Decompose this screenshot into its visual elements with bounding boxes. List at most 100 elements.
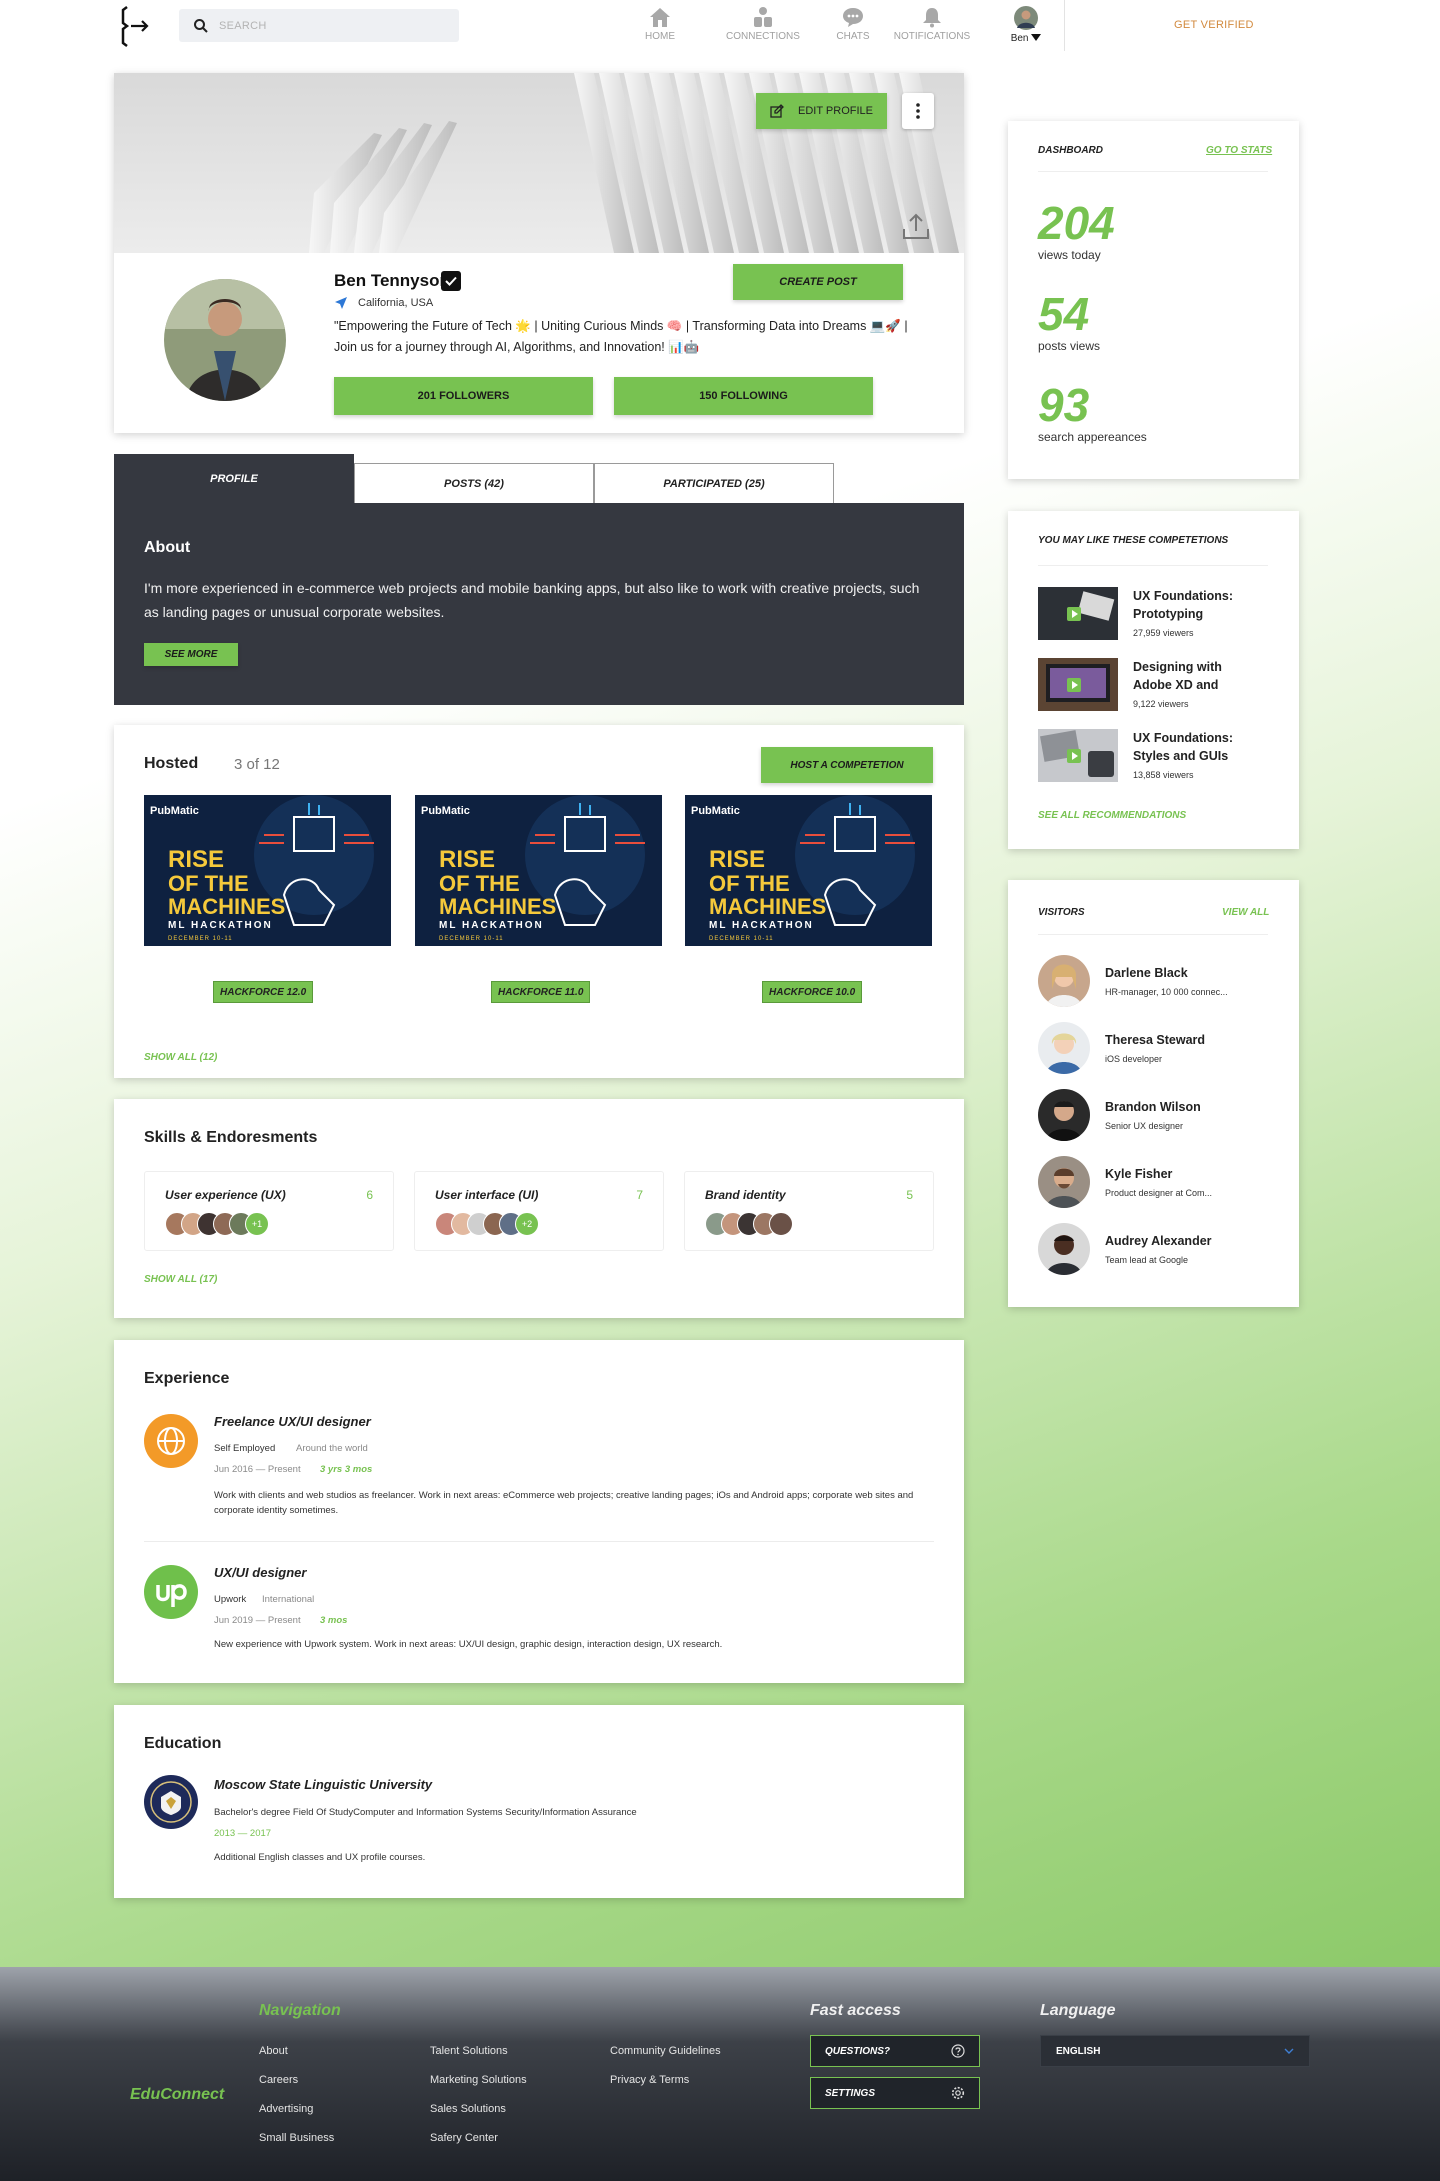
nav-notifications-label: NOTIFICATIONS xyxy=(893,31,971,42)
nav-chats[interactable]: CHATS xyxy=(834,6,872,42)
hosted-card-label[interactable]: HACKFORCE 11.0 xyxy=(491,981,591,1003)
get-verified-link[interactable]: GET VERIFIED xyxy=(1174,19,1254,31)
tab-profile[interactable]: PROFILE xyxy=(114,454,354,503)
verified-badge-icon xyxy=(441,271,461,291)
experience-dates: Jun 2016 — Present xyxy=(214,1464,301,1475)
search-input[interactable]: SEARCH xyxy=(179,9,459,42)
footer-link[interactable]: Privacy & Terms xyxy=(610,2074,689,2086)
edit-profile-button[interactable]: EDIT PROFILE xyxy=(756,93,887,129)
host-competition-button[interactable]: HOST A COMPETETION xyxy=(761,747,933,783)
competition-thumbnail[interactable] xyxy=(1038,658,1118,711)
footer-link[interactable]: Talent Solutions xyxy=(430,2045,508,2057)
user-menu[interactable]: Ben xyxy=(1006,6,1046,44)
create-post-button[interactable]: CREATE POST xyxy=(733,264,903,300)
hackathon-poster: PubMatic RISE OF THE MACHINES ML HACKATH… xyxy=(415,795,662,946)
visitor-avatar[interactable] xyxy=(1038,1223,1090,1275)
divider xyxy=(1038,171,1268,172)
visitor-name[interactable]: Kyle Fisher xyxy=(1105,1167,1172,1181)
skill-card[interactable]: User experience (UX) 6 +1 xyxy=(144,1171,394,1251)
divider xyxy=(1038,934,1268,935)
visitor-role: Senior UX designer xyxy=(1105,1121,1184,1131)
hosted-card-image[interactable]: PubMatic RISE OF THE MACHINES ML HACKATH… xyxy=(144,795,391,946)
poster-brand: PubMatic xyxy=(691,805,740,817)
poster-line2: OF THE xyxy=(709,871,790,896)
nav-notifications[interactable]: NOTIFICATIONS xyxy=(893,6,971,42)
footer-brand[interactable]: EduConnect xyxy=(130,2086,224,2104)
footer-link[interactable]: About xyxy=(259,2045,288,2057)
visitor-avatar[interactable] xyxy=(1038,1089,1090,1141)
competition-title[interactable]: Designing with Adobe XD and pro xyxy=(1133,658,1241,694)
nav-home[interactable]: HOME xyxy=(640,6,680,42)
hosted-card-image[interactable]: PubMatic RISE OF THE MACHINES ML HACKATH… xyxy=(415,795,662,946)
hosted-card-label[interactable]: HACKFORCE 12.0 xyxy=(213,981,314,1003)
skill-name: User experience (UX) xyxy=(165,1188,286,1202)
profile-avatar[interactable] xyxy=(164,279,286,401)
poster-line2: OF THE xyxy=(439,871,520,896)
university-seal-icon xyxy=(144,1775,198,1829)
nav-connections[interactable]: CONNECTIONS xyxy=(722,6,804,42)
profile-name: Ben Tennyson xyxy=(334,271,450,290)
visitor-role: Product designer at Com... xyxy=(1105,1188,1213,1198)
view-all-visitors-link[interactable]: VIEW ALL xyxy=(1222,907,1269,918)
competition-title[interactable]: UX Foundations: Prototyping xyxy=(1133,587,1241,623)
skill-card[interactable]: Brand identity 5 xyxy=(684,1171,934,1251)
competition-views: 9,122 viewers xyxy=(1133,699,1189,709)
skill-card[interactable]: User interface (UI) 7 +2 xyxy=(414,1171,664,1251)
endorser-avatar xyxy=(769,1212,793,1236)
about-section: About I'm more experienced in e-commerce… xyxy=(114,503,964,705)
hackathon-poster: PubMatic RISE OF THE MACHINES ML HACKATH… xyxy=(144,795,391,946)
endorser-avatars: +1 xyxy=(165,1212,269,1236)
tab-posts-label: POSTS (42) xyxy=(444,477,504,490)
footer-link[interactable]: Community Guidelines xyxy=(610,2045,721,2057)
edit-profile-label: EDIT PROFILE xyxy=(798,105,873,117)
followers-button[interactable]: 201 FOLLOWERS xyxy=(334,377,593,415)
see-more-button[interactable]: SEE MORE xyxy=(144,643,238,666)
education-degree: Bachelor's degree Field Of StudyComputer… xyxy=(214,1807,637,1818)
hosted-show-all-link[interactable]: SHOW ALL (12) xyxy=(144,1052,217,1063)
skill-count: 6 xyxy=(366,1188,373,1202)
visitor-name[interactable]: Darlene Black xyxy=(1105,966,1188,980)
tab-participated[interactable]: PARTICIPATED (25) xyxy=(594,463,834,503)
footer-link[interactable]: Sales Solutions xyxy=(430,2103,506,2115)
visitor-avatar[interactable] xyxy=(1038,955,1090,1007)
more-options-button[interactable] xyxy=(902,93,934,129)
competition-thumbnail[interactable] xyxy=(1038,729,1118,782)
hosted-card-image[interactable]: PubMatic RISE OF THE MACHINES ML HACKATH… xyxy=(685,795,932,946)
visitor-avatar[interactable] xyxy=(1038,1156,1090,1208)
tab-posts[interactable]: POSTS (42) xyxy=(354,463,594,503)
settings-button[interactable]: SETTINGS xyxy=(810,2077,980,2109)
footer-fast-access-title: Fast access xyxy=(810,2002,901,2019)
chat-icon xyxy=(843,8,863,27)
poster-line2: OF THE xyxy=(168,871,249,896)
app-logo-icon[interactable] xyxy=(119,3,155,49)
visitor-name[interactable]: Brandon Wilson xyxy=(1105,1100,1201,1114)
experience-duration: 3 mos xyxy=(320,1615,348,1626)
competition-title[interactable]: UX Foundations: Styles and GUIs xyxy=(1133,729,1241,765)
footer-link[interactable]: Small Business xyxy=(259,2132,334,2144)
experience-section: Experience Freelance UX/UI designer Self… xyxy=(114,1340,964,1683)
video-thumbnail xyxy=(1038,729,1118,782)
competition-thumbnail[interactable] xyxy=(1038,587,1118,640)
see-all-recommendations-link[interactable]: SEE ALL RECOMMENDATIONS xyxy=(1038,810,1186,821)
language-select[interactable]: ENGLISH xyxy=(1040,2035,1310,2067)
upload-cover-icon[interactable] xyxy=(901,211,931,241)
questions-button[interactable]: QUESTIONS? xyxy=(810,2035,980,2067)
footer-link[interactable]: Safery Center xyxy=(430,2132,498,2144)
hosted-card-label[interactable]: HACKFORCE 10.0 xyxy=(762,981,863,1003)
footer-link[interactable]: Marketing Solutions xyxy=(430,2074,527,2086)
endorser-avatars: +2 xyxy=(435,1212,539,1236)
visitor-avatar[interactable] xyxy=(1038,1022,1090,1074)
skills-show-all-link[interactable]: SHOW ALL (17) xyxy=(144,1274,217,1285)
stat-label: search appereances xyxy=(1038,430,1147,444)
footer-language-title: Language xyxy=(1040,2002,1116,2019)
globe-company-icon xyxy=(144,1414,198,1468)
visitor-name[interactable]: Audrey Alexander xyxy=(1105,1234,1212,1248)
footer-link[interactable]: Advertising xyxy=(259,2103,313,2115)
footer-link[interactable]: Careers xyxy=(259,2074,298,2086)
go-to-stats-link[interactable]: GO TO STATS xyxy=(1206,145,1272,156)
poster-sub: ML HACKATHON xyxy=(168,920,273,931)
following-button[interactable]: 150 FOLLOWING xyxy=(614,377,873,415)
search-icon xyxy=(194,19,208,33)
visitors-card: VISITORS VIEW ALL Darlene Black HR-manag… xyxy=(1008,880,1299,1307)
visitor-name[interactable]: Theresa Steward xyxy=(1105,1033,1205,1047)
